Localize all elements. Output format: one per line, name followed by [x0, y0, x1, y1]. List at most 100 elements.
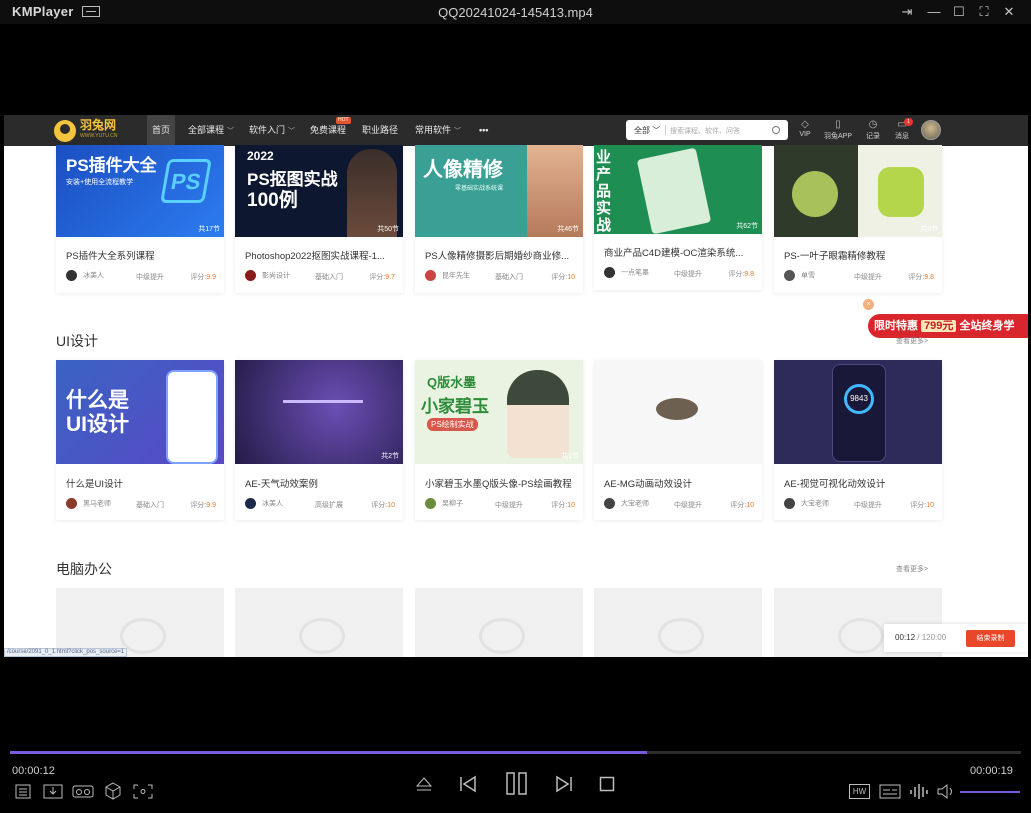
- site-logo[interactable]: 羽兔网 WWW.YUTU.CN: [54, 119, 118, 142]
- view-more-link[interactable]: 查看更多>: [896, 564, 928, 574]
- phone-icon: ▯: [835, 119, 841, 130]
- author-name: 吴柳子: [442, 500, 463, 508]
- search-box[interactable]: 全部 ﹀ 搜索课程、软件、问答: [626, 120, 788, 140]
- 3d-cube-icon[interactable]: [104, 782, 122, 800]
- playlist-icon[interactable]: [15, 784, 31, 799]
- loading-card: [235, 588, 403, 657]
- nav-home[interactable]: 首页: [147, 115, 176, 146]
- course-title[interactable]: 小家碧玉水墨Q版头像-PS绘画教程: [425, 476, 572, 490]
- score-label: 评分:: [730, 502, 747, 509]
- volume-slider[interactable]: [960, 791, 1020, 793]
- chevron-down-icon: ﹀: [454, 128, 462, 135]
- thumb-subtitle: 零基础实战系统课: [455, 186, 504, 192]
- equalizer-icon[interactable]: [909, 783, 931, 800]
- course-title[interactable]: AE-视觉可视化动效设计: [784, 476, 885, 490]
- course-title[interactable]: 商业产品C4D建模-OC渲染系统...: [604, 245, 743, 259]
- messages-link[interactable]: ▭ 消息 1: [885, 118, 919, 141]
- course-card[interactable]: 人像精修 零基础实战系统课 共46节 PS人像精修摄影后期婚纱商业修... 昆年…: [415, 145, 583, 293]
- author-name: 单雪: [801, 272, 815, 280]
- course-title[interactable]: PS-一叶子眼霜精修教程: [784, 248, 885, 262]
- app-link[interactable]: ▯ 羽兔APP: [821, 119, 855, 141]
- diamond-icon: ◇: [801, 119, 809, 130]
- vip-link[interactable]: ◇ VIP: [788, 119, 822, 138]
- divider: [665, 125, 666, 135]
- search-icon[interactable]: [772, 126, 780, 134]
- course-title[interactable]: AE-MG动画动效设计: [604, 476, 692, 490]
- site-nav: 羽兔网 WWW.YUTU.CN 首页 全部课程 ﹀ 软件入门 ﹀ 免费课程 HOT 职业…: [4, 115, 1028, 146]
- course-card[interactable]: AE-MG动画动效设计 大宝老师 中级提升 评分:10: [594, 360, 762, 520]
- elapsed-time: 00:00:12: [12, 765, 55, 777]
- minimize-button[interactable]: —: [925, 3, 943, 21]
- course-card[interactable]: 2022 PS抠图实战 100例 共50节 Photoshop2022抠图实战课…: [235, 145, 403, 293]
- vr-icon[interactable]: [72, 784, 94, 799]
- course-thumbnail: 业产品实战 共62节: [594, 145, 762, 234]
- subtitle-icon[interactable]: [879, 784, 901, 799]
- course-card[interactable]: PS插件大全 安装+使用全流程教学 PS 共17节 PS插件大全系列课程 冰美人…: [56, 145, 224, 293]
- course-title[interactable]: AE-天气动效案例: [245, 476, 318, 490]
- score: 评分:9.7: [369, 272, 395, 282]
- course-title[interactable]: 什么是UI设计: [66, 476, 123, 490]
- score-label: 评分:: [369, 274, 386, 281]
- course-card[interactable]: Q版水墨 小家碧玉 PS绘制实战 共1节 小家碧玉水墨Q版头像-PS绘画教程 吴…: [415, 360, 583, 520]
- promo-close-button[interactable]: ×: [863, 299, 874, 310]
- nav-career-path[interactable]: 职业路径: [362, 115, 398, 146]
- link-status-url: /course/2091_0_1.html?click_pos_source=1: [4, 648, 128, 657]
- nav-label: 免费课程: [310, 125, 347, 135]
- close-button[interactable]: ✕: [1000, 3, 1018, 21]
- search-input[interactable]: 搜索课程、软件、问答: [670, 126, 740, 136]
- score-label: 评分:: [908, 274, 925, 281]
- course-card[interactable]: 什么是 UI设计 什么是UI设计 黑马老师 基础入门 评分:9.9: [56, 360, 224, 520]
- nav-common-software[interactable]: 常用软件 ﹀: [415, 115, 461, 146]
- course-card[interactable]: 业产品实战 共62节 商业产品C4D建模-OC渲染系统... 一点笔墨 中级提升 评…: [594, 145, 762, 290]
- nav-all-courses[interactable]: 全部课程 ﹀: [188, 115, 234, 146]
- phone-mockup: [166, 370, 218, 464]
- score: 评分:9.9: [190, 500, 216, 510]
- maximize-button[interactable]: ☐: [950, 3, 968, 21]
- course-meta: 冰美人 高级扩展 评分:10: [245, 498, 395, 509]
- loading-card: [56, 588, 224, 657]
- promo-text-suffix: 全站终身学: [959, 320, 1015, 332]
- user-avatar[interactable]: [921, 120, 941, 140]
- course-title[interactable]: PS人像精修摄影后期婚纱商业修...: [425, 248, 569, 262]
- course-card[interactable]: 9843 AE-视觉可视化动效设计 大宝老师 中级提升 评分:10: [774, 360, 942, 520]
- seek-bar-fill[interactable]: [10, 751, 647, 754]
- stop-icon[interactable]: [599, 776, 615, 792]
- download-icon[interactable]: [43, 784, 63, 799]
- author-name: 大宝老师: [801, 500, 829, 508]
- score-label: 评分:: [910, 502, 927, 509]
- course-thumbnail: 2022 PS抠图实战 100例 共50节: [235, 145, 403, 237]
- course-card[interactable]: 共6节 PS-一叶子眼霜精修教程 单雪 中级提升 评分:9.8: [774, 145, 942, 293]
- title-bar: KMPlayer QQ20241024-145413.mp4 ⇥ — ☐ ⛶ ✕: [0, 0, 1031, 24]
- section-title-ui: UI设计: [56, 333, 98, 349]
- stop-recording-button[interactable]: 结束录制: [966, 630, 1015, 647]
- promo-banner[interactable]: 限时特惠 799元 全站终身学: [868, 314, 1028, 338]
- video-frame[interactable]: 羽兔网 WWW.YUTU.CN 首页 全部课程 ﹀ 软件入门 ﹀ 免费课程 HOT 职业…: [4, 115, 1028, 657]
- author-name: 黑马老师: [83, 500, 111, 508]
- previous-icon[interactable]: [458, 774, 478, 794]
- nav-free-courses[interactable]: 免费课程 HOT: [310, 115, 351, 146]
- nav-more[interactable]: •••: [479, 115, 488, 146]
- volume-icon[interactable]: [936, 783, 956, 800]
- score: 评分:10: [551, 272, 575, 282]
- capture-icon[interactable]: [133, 784, 153, 799]
- course-card[interactable]: 共2节 AE-天气动效案例 冰美人 高级扩展 评分:10: [235, 360, 403, 520]
- hw-decode-toggle[interactable]: HW: [849, 784, 870, 799]
- message-count-badge: 1: [904, 118, 913, 126]
- search-scope-select[interactable]: 全部 ﹀: [634, 125, 660, 136]
- course-meta: 大宝老师 中级提升 评分:10: [784, 498, 934, 509]
- course-title[interactable]: PS插件大全系列课程: [66, 248, 155, 262]
- next-icon[interactable]: [554, 774, 574, 794]
- course-thumbnail: 共2节: [235, 360, 403, 464]
- eject-icon[interactable]: [415, 775, 433, 793]
- fullscreen-button[interactable]: ⛶: [975, 3, 993, 21]
- view-more-link[interactable]: 查看更多>: [896, 336, 928, 346]
- author-avatar: [604, 267, 615, 278]
- product-box: [636, 147, 712, 234]
- course-title[interactable]: Photoshop2022抠图实战课程-1...: [245, 248, 385, 262]
- score-value: 9.7: [385, 274, 395, 281]
- course-thumbnail: 什么是 UI设计: [56, 360, 224, 464]
- pin-icon[interactable]: ⇥: [898, 3, 916, 21]
- pause-icon[interactable]: [505, 771, 529, 797]
- score-label: 评分:: [190, 502, 207, 509]
- nav-software-intro[interactable]: 软件入门 ﹀: [249, 115, 295, 146]
